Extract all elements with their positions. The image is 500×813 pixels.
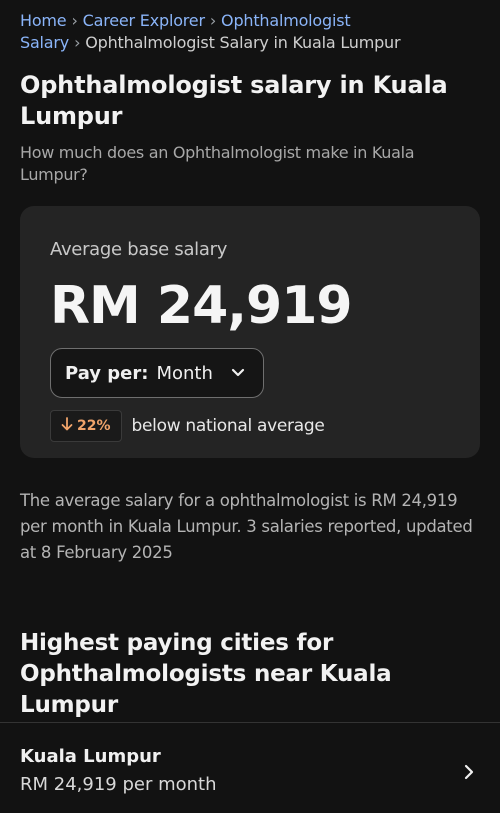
city-name: Kuala Lumpur: [20, 746, 161, 767]
pay-period-dropdown[interactable]: Pay per: Month: [50, 348, 264, 398]
page-subtitle: How much does an Ophthalmologist make in…: [20, 143, 415, 184]
breadcrumb: Home › Career Explorer › Ophthalmologist Sal…: [20, 0, 480, 54]
list-item[interactable]: Kuala Lumpur RM 24,919 per month: [0, 745, 500, 799]
pay-period-label: Pay per:: [65, 362, 149, 384]
arrow-down-icon: [61, 416, 73, 436]
city-salary: RM 24,919 per month: [20, 774, 217, 795]
comparison-badge: 22%: [50, 410, 122, 442]
salary-description: The average salary for a ophthalmologist…: [20, 491, 473, 562]
breadcrumb-career-explorer[interactable]: Career Explorer: [83, 11, 205, 30]
page-title: Ophthalmologist salary in Kuala Lumpur: [20, 71, 448, 130]
page: Home › Career Explorer › Ophthalmologist Sal…: [0, 0, 500, 721]
breadcrumb-home[interactable]: Home: [20, 11, 67, 30]
city-info: Kuala Lumpur RM 24,919 per month: [20, 745, 217, 799]
salary-label: Average base salary: [50, 239, 228, 260]
comparison-text: below national average: [131, 416, 325, 436]
chevron-down-icon: [231, 368, 245, 378]
cities-section-title: Highest paying cities for Ophthalmologis…: [20, 630, 392, 718]
breadcrumb-separator-icon: ›: [74, 33, 81, 52]
salary-card: Average base salary RM 24,919 Pay per: M…: [20, 206, 480, 458]
section-divider: [0, 722, 500, 723]
salary-amount: RM 24,919: [50, 276, 353, 336]
salary-comparison: 22% below national average: [50, 410, 450, 442]
breadcrumb-current: Ophthalmologist Salary in Kuala Lumpur: [85, 33, 401, 52]
breadcrumb-separator-icon: ›: [209, 11, 217, 30]
pay-period-value: Month: [156, 362, 213, 384]
breadcrumb-separator-icon: ›: [71, 11, 78, 30]
chevron-right-icon[interactable]: [464, 764, 474, 780]
comparison-percent: 22%: [77, 418, 111, 434]
